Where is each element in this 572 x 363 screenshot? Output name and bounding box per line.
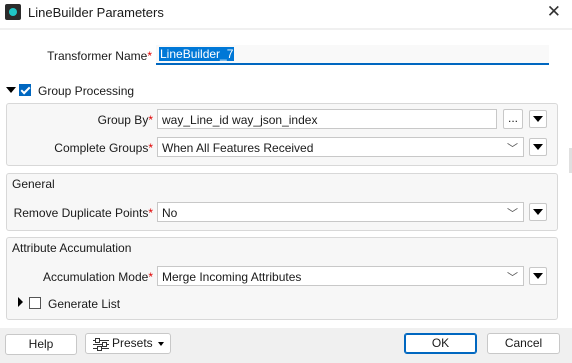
complete-groups-select[interactable]: When All Features Received ﹀	[157, 137, 524, 157]
complete-groups-options-button[interactable]	[529, 138, 547, 156]
chevron-down-icon: ﹀	[507, 143, 518, 155]
remove-duplicate-points-value: No	[162, 206, 178, 220]
group-by-field[interactable]: way_Line_id way_json_index	[157, 109, 497, 129]
group-processing-label: Group Processing	[38, 84, 135, 98]
remove-duplicate-points-label: Remove Duplicate Points*	[13, 206, 153, 220]
general-section-title: General	[12, 177, 55, 191]
transformer-name-value: LineBuilder_7	[159, 47, 235, 61]
chevron-down-icon	[158, 342, 164, 346]
generate-list-label: Generate List	[48, 297, 121, 311]
group-by-value: way_Line_id way_json_index	[162, 113, 318, 127]
group-by-options-button[interactable]	[529, 110, 547, 128]
accumulation-mode-options-button[interactable]	[529, 267, 547, 285]
attribute-accumulation-title: Attribute Accumulation	[12, 241, 132, 255]
presets-label: Presets	[112, 336, 153, 350]
generate-list-checkbox[interactable]	[29, 297, 41, 309]
group-by-label: Group By*	[97, 113, 153, 127]
group-processing-checkbox[interactable]	[19, 84, 31, 96]
help-button[interactable]: Help	[5, 334, 77, 355]
window-title: LineBuilder Parameters	[28, 5, 164, 20]
chevron-down-icon: ﹀	[507, 272, 518, 284]
accumulation-mode-select[interactable]: Merge Incoming Attributes ﹀	[157, 266, 524, 286]
fme-transformer-icon	[5, 4, 21, 20]
accumulation-mode-label: Accumulation Mode*	[42, 270, 153, 284]
expand-generate-list-icon[interactable]	[18, 297, 23, 307]
group-by-browse-button[interactable]: ...	[503, 109, 523, 129]
cancel-button[interactable]: Cancel	[487, 333, 560, 354]
complete-groups-value: When All Features Received	[162, 141, 314, 155]
title-bar: LineBuilder Parameters ✕	[0, 0, 572, 28]
transformer-name-label: Transformer Name*	[47, 49, 152, 63]
accumulation-mode-value: Merge Incoming Attributes	[162, 270, 302, 284]
close-icon[interactable]: ✕	[547, 2, 561, 22]
chevron-down-icon: ﹀	[507, 208, 518, 220]
complete-groups-label: Complete Groups*	[54, 141, 153, 155]
expand-group-processing-icon[interactable]	[6, 87, 16, 93]
remove-duplicate-points-options-button[interactable]	[529, 203, 547, 221]
transformer-name-field[interactable]: LineBuilder_7	[156, 45, 549, 65]
sliders-icon	[93, 338, 109, 351]
presets-button[interactable]: Presets	[85, 333, 171, 354]
remove-duplicate-points-select[interactable]: No ﹀	[157, 202, 524, 222]
ok-button[interactable]: OK	[404, 333, 477, 354]
